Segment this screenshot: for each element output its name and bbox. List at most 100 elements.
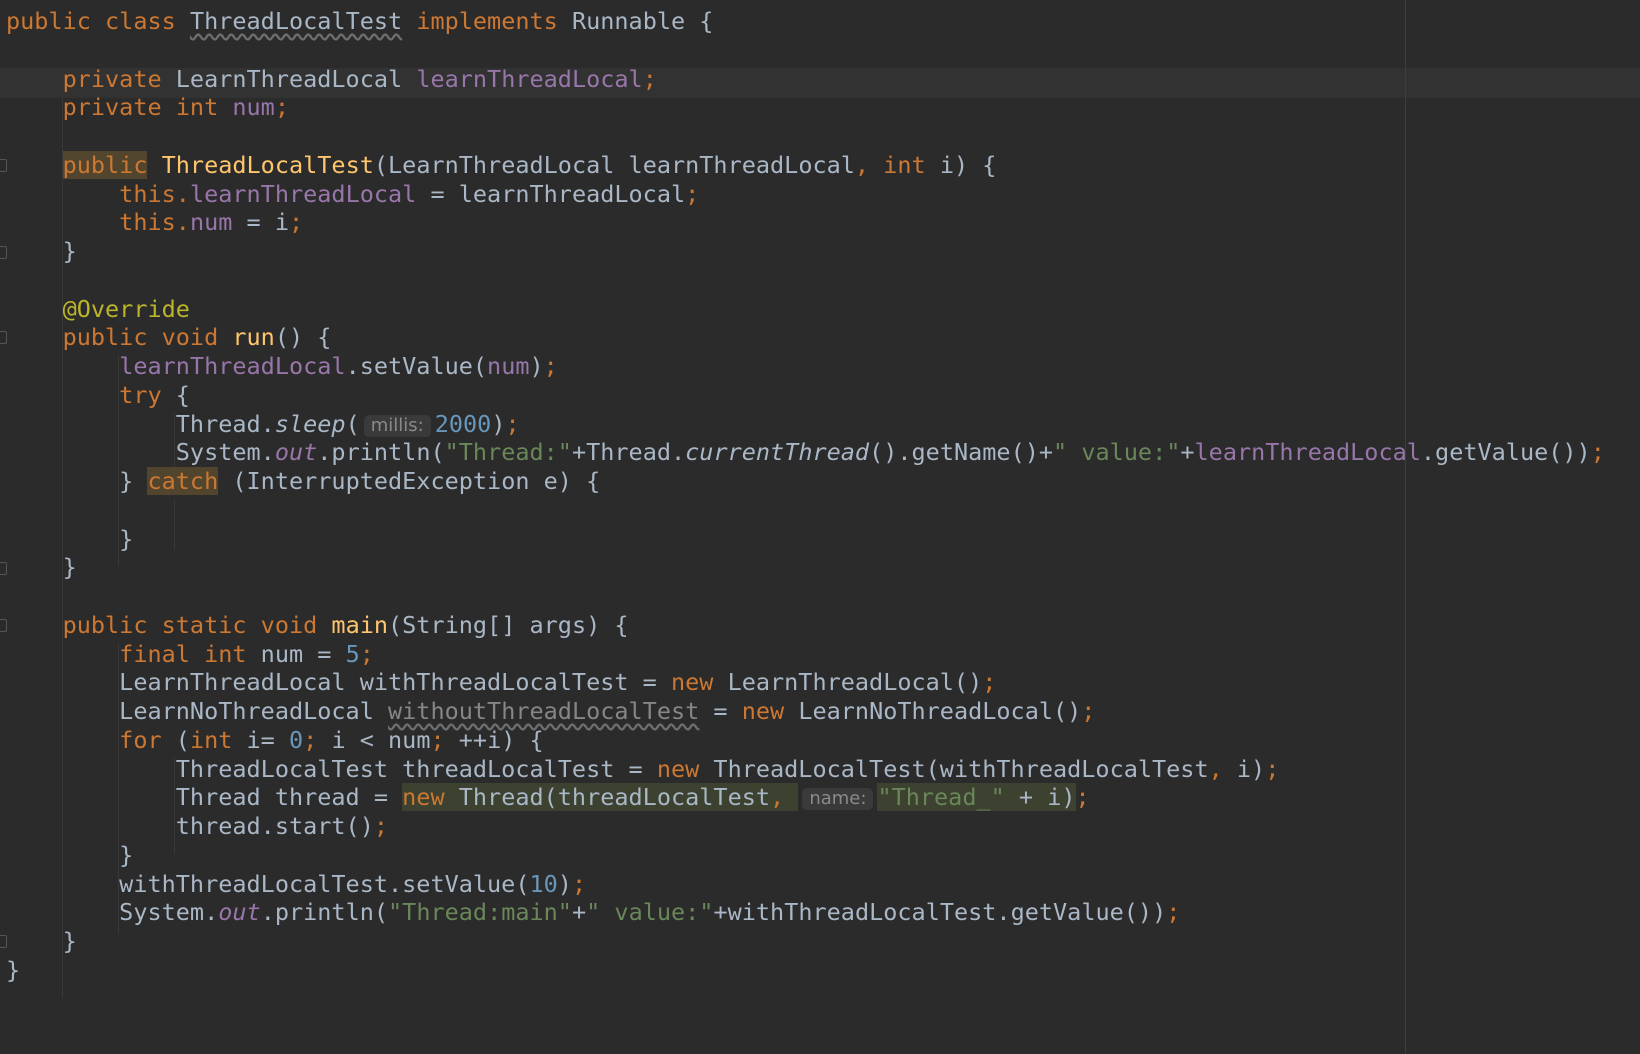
code-token: try <box>6 380 176 409</box>
code-line[interactable]: Thread.sleep(millis: 2000); <box>6 409 520 439</box>
code-line[interactable]: System.out.println("Thread:main"+" value… <box>6 897 1180 927</box>
code-token: new <box>656 754 714 783</box>
code-token: ; <box>982 668 997 697</box>
code-token: i= <box>246 725 289 754</box>
code-token: int <box>189 725 247 754</box>
code-token: ; <box>288 208 304 237</box>
code-token: this. <box>6 208 190 237</box>
code-line[interactable]: public static void main(String[] args) { <box>6 610 629 640</box>
code-token: ; <box>303 725 332 754</box>
code-line[interactable]: private LearnThreadLocal learnThreadLoca… <box>6 64 657 94</box>
code-token: .setValue( <box>345 352 488 380</box>
code-editor[interactable]: public class ThreadLocalTest implements … <box>0 0 1640 1054</box>
code-line[interactable]: @Override <box>6 294 190 324</box>
code-token: , <box>1208 754 1237 783</box>
code-token: } <box>6 524 134 553</box>
code-token: learnThreadLocal <box>1194 438 1421 467</box>
code-token: ; <box>642 64 657 93</box>
code-token: Thread. <box>6 409 275 438</box>
code-line[interactable]: } catch (InterruptedException e) { <box>6 466 600 496</box>
code-token: ; <box>1590 438 1605 467</box>
code-token: implements <box>402 7 572 35</box>
code-line[interactable]: public ThreadLocalTest(LearnThreadLocal … <box>6 150 996 180</box>
code-token: ().getName()+ <box>869 438 1054 467</box>
code-token: ; <box>1265 754 1280 783</box>
code-line[interactable]: learnThreadLocal.setValue(num); <box>6 351 558 381</box>
code-line[interactable]: this.num = i; <box>6 207 303 237</box>
code-token: 5 <box>345 639 360 668</box>
code-token: private <box>6 64 176 93</box>
code-token: ; <box>505 409 520 438</box>
code-token: out <box>274 438 318 467</box>
indent-guide <box>174 500 175 550</box>
code-token: LearnNoThreadLocal <box>6 697 389 725</box>
code-line[interactable]: } <box>6 552 77 582</box>
code-token: sleep <box>274 409 346 438</box>
code-token: ThreadLocalTest <box>189 7 403 35</box>
code-line[interactable]: this.learnThreadLocal = learnThreadLocal… <box>6 179 699 209</box>
code-token: = i <box>232 208 289 237</box>
code-token: + <box>571 898 587 927</box>
code-line[interactable]: } <box>6 955 20 985</box>
code-token: public void <box>6 323 233 352</box>
code-line[interactable]: private int num; <box>6 92 289 122</box>
code-token: currentThread <box>685 438 870 467</box>
code-line[interactable]: public class ThreadLocalTest implements … <box>6 6 713 36</box>
code-token: private int <box>6 93 233 122</box>
code-token: "Thread_" <box>877 783 1005 812</box>
code-token: learnThreadLocal <box>189 179 417 208</box>
code-line[interactable]: System.out.println("Thread:"+Thread.curr… <box>6 437 1605 467</box>
code-line[interactable]: thread.start(); <box>6 811 388 841</box>
code-token: 2000 <box>434 409 492 438</box>
code-token: ThreadLocalTest <box>161 150 374 179</box>
code-token: withThreadLocalTest.setValue( <box>6 869 530 898</box>
code-token: } <box>6 467 148 495</box>
code-token: + i) <box>1004 783 1076 812</box>
code-token: +Thread. <box>571 438 686 467</box>
code-line[interactable]: try { <box>6 380 190 410</box>
code-token: main <box>331 610 389 639</box>
code-line[interactable]: withThreadLocalTest.setValue(10); <box>6 869 586 899</box>
code-token: num <box>189 208 233 237</box>
code-token: "Thread:" <box>444 438 572 467</box>
parameter-hint: name: <box>802 788 874 811</box>
code-token: ThreadLocalTest(withThreadLocalTest <box>713 754 1209 783</box>
code-token: thread.start() <box>6 812 374 840</box>
code-token: " value:" <box>1053 438 1181 467</box>
code-token: run <box>232 323 275 352</box>
code-token: ; <box>1166 898 1181 927</box>
code-token: learnThreadLocal <box>416 64 643 93</box>
code-line[interactable]: } <box>6 524 133 554</box>
code-token: ) <box>557 869 572 898</box>
code-line[interactable]: LearnNoThreadLocal withoutThreadLocalTes… <box>6 696 1095 726</box>
code-line[interactable]: } <box>6 926 77 956</box>
code-token: Thread(threadLocalTest <box>458 783 771 812</box>
code-token: ( <box>175 725 190 754</box>
code-line[interactable]: } <box>6 236 77 266</box>
code-line[interactable]: public void run() { <box>6 322 332 352</box>
code-token: ; <box>1081 697 1096 725</box>
code-token: = <box>699 697 742 725</box>
code-token: ; <box>373 812 389 840</box>
code-line[interactable]: Thread thread = new Thread(threadLocalTe… <box>6 782 1090 812</box>
code-token: } <box>6 927 77 955</box>
code-token: new <box>670 668 728 697</box>
code-token: ; <box>685 179 700 208</box>
code-token: } <box>6 955 21 984</box>
code-token: public static void <box>6 610 332 639</box>
code-token: .println( <box>260 898 389 927</box>
code-token: ; <box>430 725 459 754</box>
code-token: public <box>62 150 148 179</box>
code-line[interactable]: } <box>6 840 133 870</box>
code-line[interactable]: final int num = 5; <box>6 639 374 669</box>
code-token: ; <box>274 93 289 122</box>
code-token: LearnNoThreadLocal() <box>798 697 1082 725</box>
code-token: @Override <box>6 294 190 323</box>
code-token: i < num <box>331 725 431 754</box>
code-token: Thread thread = <box>6 783 403 812</box>
code-line[interactable]: LearnThreadLocal withThreadLocalTest = n… <box>6 667 996 697</box>
code-line[interactable]: ThreadLocalTest threadLocalTest = new Th… <box>6 754 1280 784</box>
code-line[interactable]: for (int i= 0; i < num; ++i) { <box>6 725 544 755</box>
